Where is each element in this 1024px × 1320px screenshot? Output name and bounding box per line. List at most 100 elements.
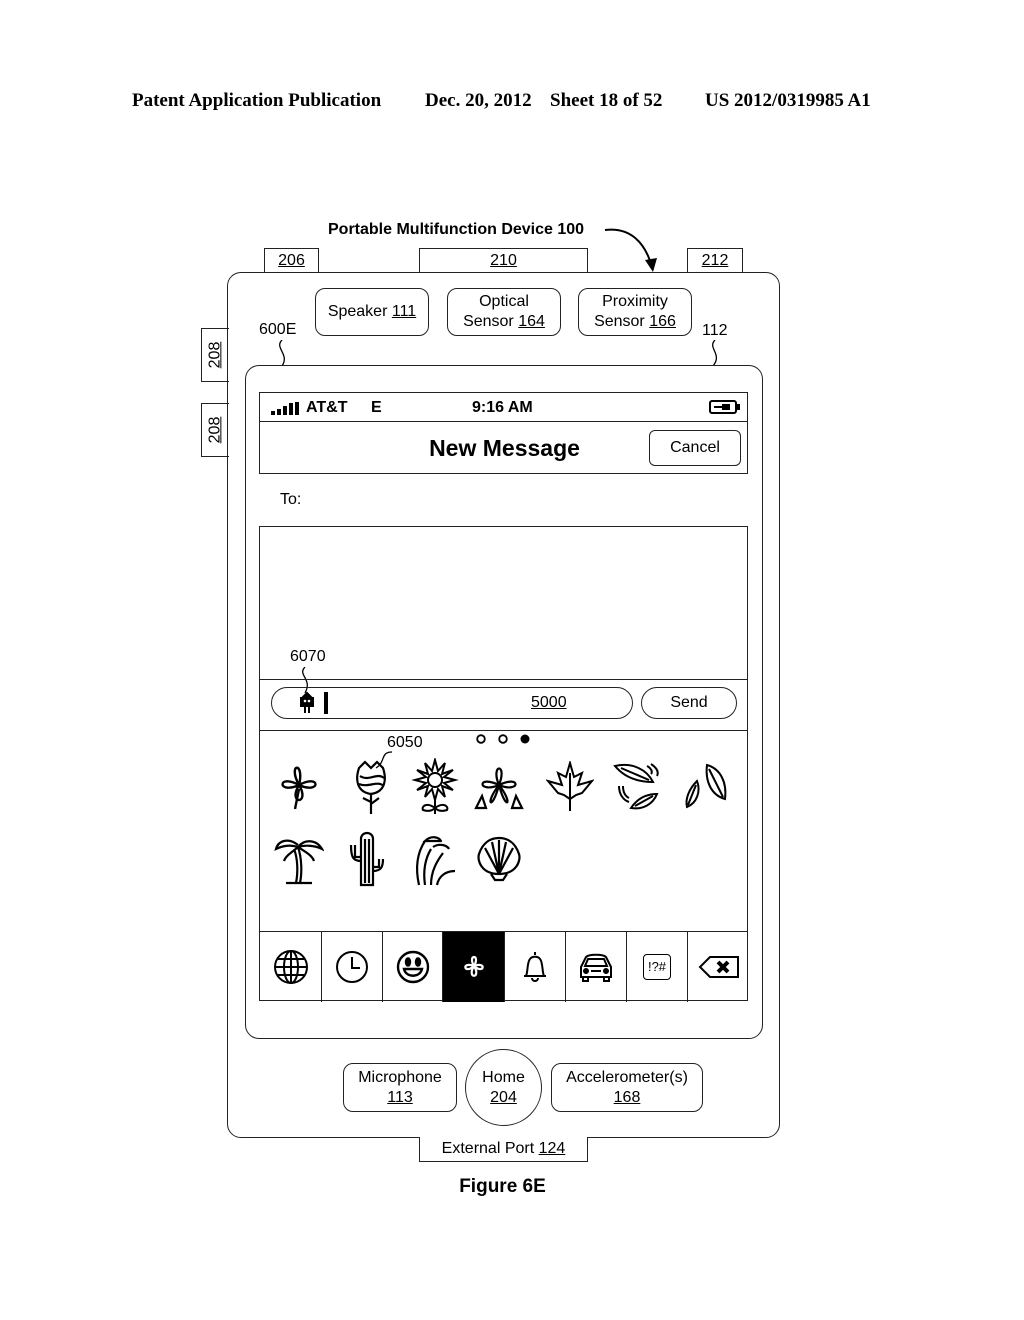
emoji-leaves[interactable] [677,757,733,817]
proximity-sensor-ref: 166 [649,313,676,330]
carrier-name: AT&T [306,399,348,416]
category-tab-nature[interactable] [443,932,505,1002]
text-cursor [324,692,328,714]
patent-number: US 2012/0319985 A1 [705,90,871,111]
optical-sensor-line1: Optical [479,293,529,310]
emoji-four-leaf-clover[interactable] [271,757,327,817]
category-tab-places[interactable] [566,932,627,1002]
tab-206: 206 [264,248,319,273]
grass-icon [415,836,456,886]
optical-sensor-label: Optical Sensor 164 [447,288,561,336]
to-field-label: To: [280,491,302,508]
tab-210: 210 [419,248,588,273]
emoji-sunflower[interactable] [407,757,463,817]
page-indicator[interactable] [473,732,533,746]
smiley-icon [396,950,429,984]
input-value: 5000 [531,694,567,711]
figure-caption: Figure 6E [459,1176,546,1197]
publication-date: Dec. 20, 2012 [425,90,532,111]
nav-bar: New Message Cancel [259,421,748,474]
speaker-ref: 111 [391,303,417,320]
status-bar: AT&T E 9:16 AM [259,392,748,422]
side-button-ref: 208 [206,341,224,369]
screen-ref-label: 600E [259,321,297,338]
phone-screen: AT&T E 9:16 AM New Message Cancel To: 60… [259,392,749,1002]
sheet-number: Sheet 18 of 52 [550,90,663,111]
emoji-rose[interactable] [343,757,399,817]
publication-label: Patent Application Publication [132,90,382,111]
category-tab-recent[interactable] [322,932,383,1002]
microphone-ref: 113 [387,1088,413,1106]
accelerometer-ref: 168 [613,1088,641,1106]
falling-leaves-icon [613,763,659,810]
cancel-button[interactable]: Cancel [649,430,741,466]
car-icon [580,953,612,982]
page-dot [498,734,508,744]
proximity-sensor-label: Proximity Sensor 166 [578,288,692,336]
symbols-icon: !?# [643,954,671,980]
microphone-label: Microphone 113 [343,1063,457,1112]
bell-icon [524,952,546,982]
optical-sensor-ref: 164 [518,313,545,330]
optical-sensor-line2: Sensor [463,313,514,330]
speaker-label: Speaker 111 [315,288,429,336]
emoji-falling-leaves[interactable] [609,757,665,817]
status-time: 9:16 AM [472,399,533,416]
external-port-ref: 124 [538,1140,566,1157]
emoji-palm-tree[interactable] [271,829,327,889]
page-dot-active [520,734,530,744]
tab-206-ref: 206 [278,252,305,269]
send-button[interactable]: Send [641,687,737,719]
globe-icon [273,950,308,984]
touchscreen-ref-label: 112 [702,322,728,339]
speaker-text: Speaker [327,303,388,320]
leader-line-icon [712,340,718,366]
maple-leaf-icon [546,761,594,811]
microphone-text: Microphone [358,1068,442,1086]
leader-line-icon [279,340,285,366]
flower-icon [463,955,484,977]
emoji-hibiscus[interactable] [471,757,527,817]
accelerometer-label: Accelerometer(s) 168 [551,1063,703,1112]
category-tab-symbols[interactable]: !?# [627,932,688,1002]
network-type: E [371,399,382,416]
input-ref-label: 6070 [290,648,326,665]
external-port-text: External Port [441,1140,535,1157]
category-tab-globe[interactable] [260,932,322,1002]
hibiscus-icon [474,767,524,810]
tab-212-ref: 212 [701,252,729,269]
clock-icon [336,951,368,983]
emoji-grass[interactable] [407,829,463,889]
page-dot [476,734,486,744]
tab-210-ref: 210 [490,252,517,269]
seashell-icon [477,836,521,882]
battery-charging-icon [709,400,740,414]
category-tab-people[interactable] [383,932,443,1002]
category-tab-objects[interactable] [505,932,566,1002]
tab-212: 212 [687,248,743,273]
backspace-icon [698,956,739,978]
home-button[interactable]: Home 204 [465,1049,542,1126]
proximity-sensor-line1: Proximity [602,293,668,310]
to-field-input[interactable] [319,484,739,514]
pointer-arrow-icon [604,228,657,272]
emoji-maple-leaf[interactable] [542,757,598,817]
side-button-ref: 208 [206,416,224,444]
side-button-208-upper: 208 [201,328,229,382]
proximity-sensor-line2: Sensor [594,313,645,330]
rose-icon [356,760,386,814]
emoji-seashell[interactable] [471,829,527,889]
emoji-category-bar: !?# [259,931,749,1002]
four-leaf-clover-icon [281,766,317,810]
side-button-208-lower: 208 [201,403,229,457]
home-text: Home [482,1068,525,1086]
backspace-key[interactable] [688,932,749,1002]
message-input[interactable]: 5000 [271,687,633,719]
sunflower-icon [411,758,459,814]
external-port: External Port 124 [419,1137,588,1162]
leaves-icon [685,763,727,809]
home-ref: 204 [490,1088,517,1106]
cactus-icon [349,831,385,887]
palm-tree-icon [274,839,324,885]
emoji-cactus[interactable] [339,829,395,889]
